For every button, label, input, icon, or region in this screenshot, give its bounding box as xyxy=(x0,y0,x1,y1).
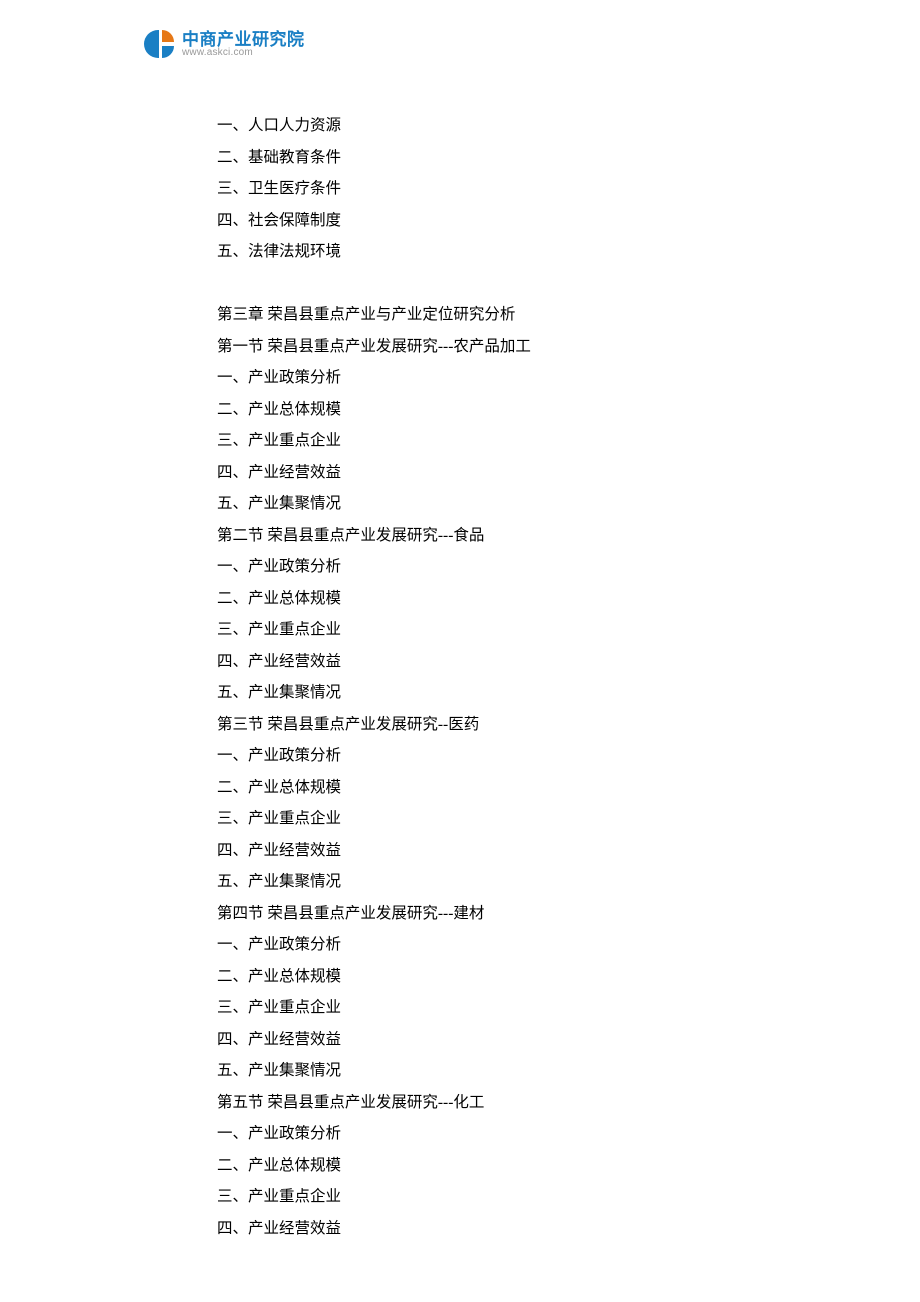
toc-line: 三、产业重点企业 xyxy=(217,425,777,457)
toc-line: 一、产业政策分析 xyxy=(217,740,777,772)
toc-line: 三、产业重点企业 xyxy=(217,1181,777,1213)
logo-title: 中商产业研究院 xyxy=(182,31,305,48)
toc-line: 一、产业政策分析 xyxy=(217,1118,777,1150)
toc-line: 五、产业集聚情况 xyxy=(217,866,777,898)
toc-line: 四、社会保障制度 xyxy=(217,205,777,237)
toc-line: 一、产业政策分析 xyxy=(217,551,777,583)
toc-line: 五、产业集聚情况 xyxy=(217,488,777,520)
toc-line: 三、卫生医疗条件 xyxy=(217,173,777,205)
toc-line: 第一节 荣昌县重点产业发展研究---农产品加工 xyxy=(217,331,777,363)
toc-line: 第五节 荣昌县重点产业发展研究---化工 xyxy=(217,1087,777,1119)
toc-line: 一、产业政策分析 xyxy=(217,929,777,961)
toc-line: 三、产业重点企业 xyxy=(217,803,777,835)
toc-line: 五、产业集聚情况 xyxy=(217,1055,777,1087)
toc-line: 四、产业经营效益 xyxy=(217,835,777,867)
toc-line: 四、产业经营效益 xyxy=(217,1213,777,1245)
toc-line: 第四节 荣昌县重点产业发展研究---建材 xyxy=(217,898,777,930)
toc-line: 二、产业总体规模 xyxy=(217,583,777,615)
header-logo: 中商产业研究院 www.askci.com xyxy=(144,28,305,60)
toc-line: 三、产业重点企业 xyxy=(217,992,777,1024)
toc-line: 四、产业经营效益 xyxy=(217,1024,777,1056)
logo-text-block: 中商产业研究院 www.askci.com xyxy=(182,31,305,58)
toc-line: 四、产业经营效益 xyxy=(217,457,777,489)
toc-line: 五、产业集聚情况 xyxy=(217,677,777,709)
toc-line: 第三节 荣昌县重点产业发展研究--医药 xyxy=(217,709,777,741)
logo-url: www.askci.com xyxy=(182,48,305,58)
toc-line: 二、产业总体规模 xyxy=(217,1150,777,1182)
toc-line: 一、产业政策分析 xyxy=(217,362,777,394)
toc-line: 二、产业总体规模 xyxy=(217,772,777,804)
toc-line: 三、产业重点企业 xyxy=(217,614,777,646)
toc-line: 二、基础教育条件 xyxy=(217,142,777,174)
toc-line: 五、法律法规环境 xyxy=(217,236,777,268)
blank-line xyxy=(217,268,777,300)
toc-line: 一、人口人力资源 xyxy=(217,110,777,142)
toc-line: 二、产业总体规模 xyxy=(217,961,777,993)
toc-line: 二、产业总体规模 xyxy=(217,394,777,426)
toc-line: 第三章 荣昌县重点产业与产业定位研究分析 xyxy=(217,299,777,331)
toc-line: 第二节 荣昌县重点产业发展研究---食品 xyxy=(217,520,777,552)
logo-icon xyxy=(144,28,176,60)
document-content: 一、人口人力资源 二、基础教育条件 三、卫生医疗条件 四、社会保障制度 五、法律… xyxy=(217,110,777,1244)
toc-line: 四、产业经营效益 xyxy=(217,646,777,678)
